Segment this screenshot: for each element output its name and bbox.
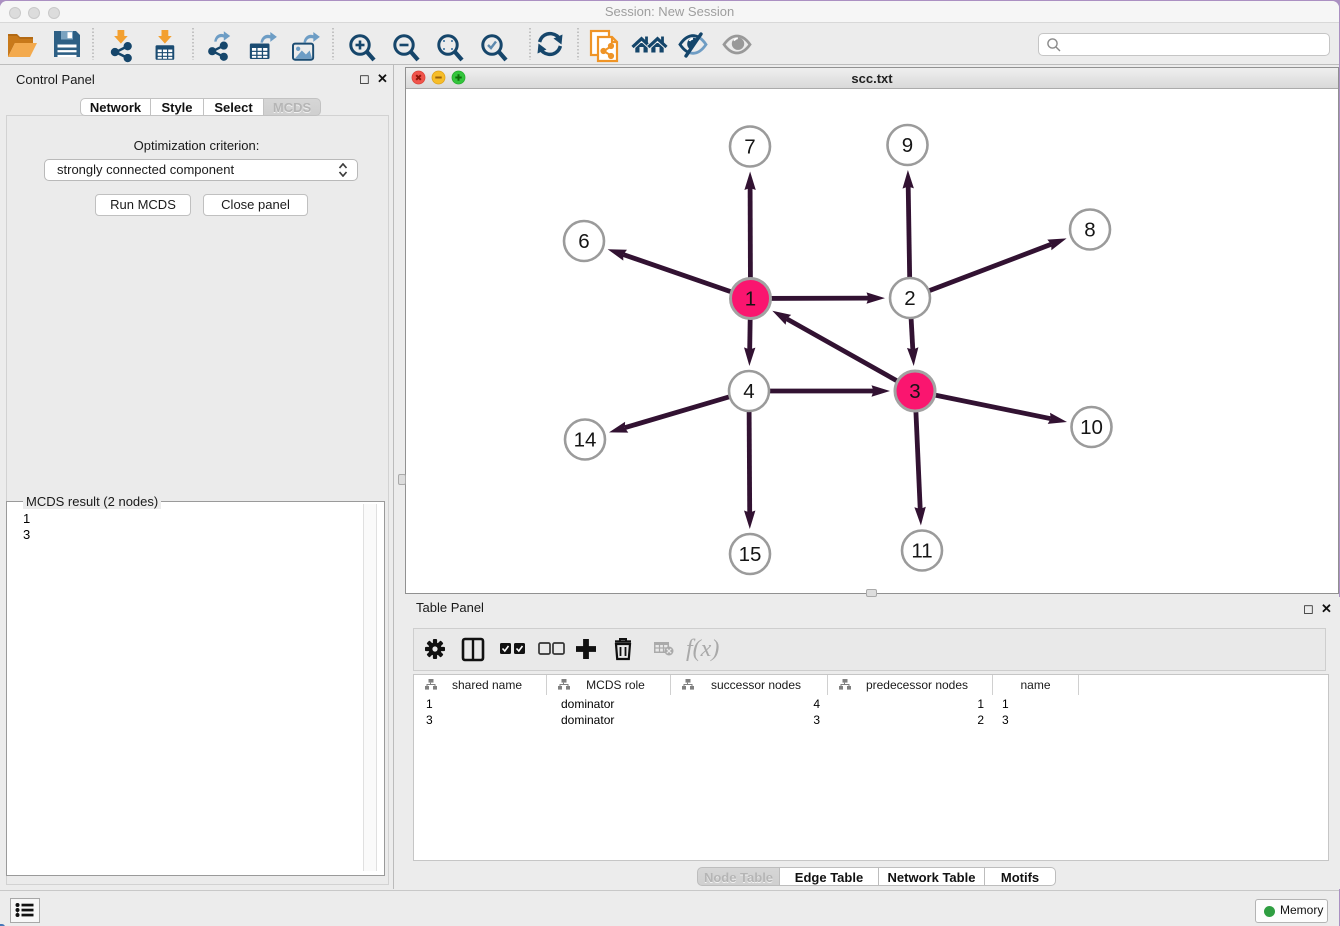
svg-text:10: 10 — [1080, 416, 1103, 439]
svg-text:4: 4 — [743, 380, 754, 403]
svg-text:9: 9 — [902, 134, 913, 157]
svg-text:14: 14 — [574, 429, 597, 452]
svg-text:2: 2 — [904, 287, 915, 310]
svg-text:7: 7 — [744, 136, 755, 159]
svg-text:6: 6 — [578, 230, 589, 253]
svg-text:8: 8 — [1084, 219, 1095, 242]
svg-text:15: 15 — [739, 543, 762, 566]
svg-text:3: 3 — [909, 380, 920, 403]
svg-text:11: 11 — [911, 540, 932, 563]
svg-text:1: 1 — [745, 288, 756, 311]
svg-text:f(x): f(x) — [686, 636, 719, 662]
